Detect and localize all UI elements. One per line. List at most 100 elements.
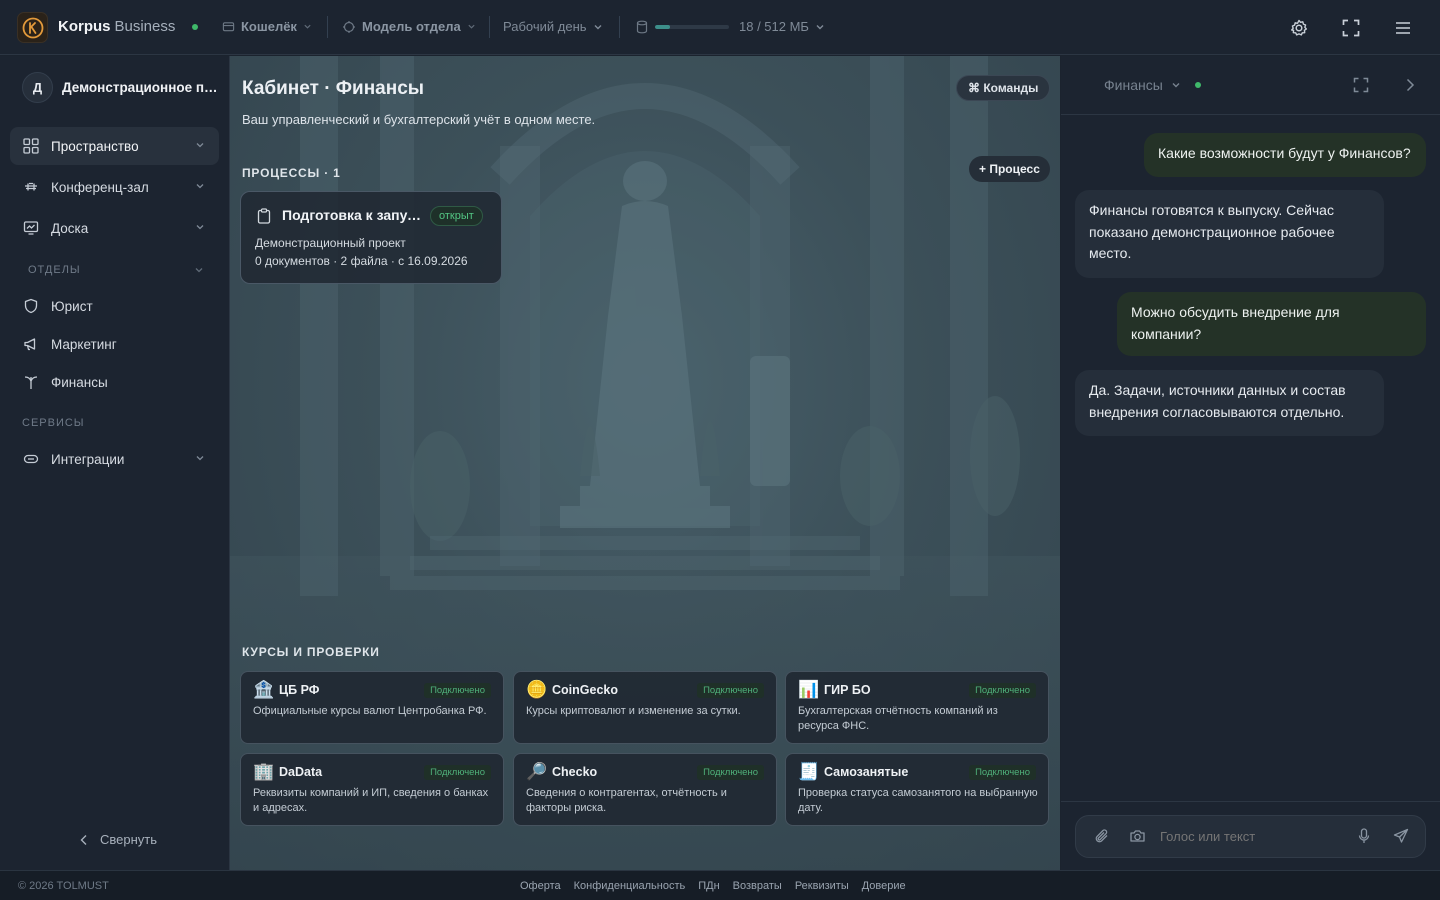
camera-icon[interactable] (1129, 828, 1146, 844)
process-card[interactable]: Подготовка к запуску открыт Демонстрацио… (240, 191, 502, 284)
sidebar-item-finance[interactable]: Финансы (10, 363, 219, 401)
chevron-down-icon (196, 184, 204, 189)
conference-icon (25, 182, 37, 191)
service-name: CoinGecko (552, 683, 618, 697)
fullscreen-icon[interactable] (1339, 16, 1363, 40)
settings-gear-icon[interactable] (1287, 16, 1311, 40)
sidebar-item-label: Доска (51, 220, 89, 236)
chevron-down-icon[interactable] (194, 265, 204, 275)
service-card-cbr[interactable]: 🏦 ЦБ РФ Подключено Официальные курсы вал… (240, 671, 504, 744)
service-name: ГИР БО (824, 683, 871, 697)
magnifier-icon: 🔎 (526, 762, 548, 781)
add-process-button[interactable]: + Процесс (969, 156, 1050, 182)
rates-header: КУРСЫ И ПРОВЕРКИ (242, 645, 380, 659)
department-selector[interactable]: Финансы (1104, 77, 1201, 93)
process-status-badge: открыт (430, 206, 483, 226)
sidebar-item-label: Маркетинг (51, 336, 117, 352)
chat-message-bot: Да. Задачи, источники данных и состав вн… (1075, 370, 1384, 436)
collapse-sidebar-button[interactable]: Свернуть (80, 832, 157, 847)
chevron-down-icon (594, 24, 602, 29)
footer-link-privacy[interactable]: Конфиденциальность (574, 880, 686, 892)
chevron-down-icon (1172, 83, 1180, 88)
sidebar-item-label: Финансы (51, 374, 108, 390)
finance-icon (24, 376, 38, 389)
sidebar-item-integrations[interactable]: Интеграции (10, 440, 219, 478)
chat-input-box (1075, 815, 1426, 858)
footer-link-trust[interactable]: Доверие (862, 880, 906, 892)
commands-button[interactable]: ⌘ Команды (956, 75, 1051, 101)
footer-link-refunds[interactable]: Возвраты (733, 880, 782, 892)
temple-background-image (230, 56, 1060, 870)
storage-indicator[interactable]: 18 / 512 МБ (636, 19, 825, 34)
service-description: Реквизиты компаний и ИП, сведения о банк… (253, 787, 489, 814)
shield-icon (24, 298, 38, 314)
chat-text-input[interactable] (1160, 829, 1340, 844)
online-status-dot (1194, 82, 1201, 88)
menu-icon[interactable] (1391, 16, 1415, 40)
chevron-down-icon (304, 24, 311, 29)
sidebar-item-space[interactable]: Пространство (10, 127, 219, 165)
service-name: ЦБ РФ (279, 683, 320, 697)
sidebar-item-board[interactable]: Доска (10, 209, 219, 247)
footer-link-requisites[interactable]: Реквизиты (795, 880, 849, 892)
service-description: Официальные курсы валют Центробанка РФ. (253, 705, 487, 717)
service-description: Бухгалтерская отчётность компаний из рес… (798, 705, 998, 732)
chat-panel: Финансы Какие возможности будут у Финанс… (1061, 56, 1440, 870)
bank-icon: 🏦 (253, 680, 275, 699)
processes-header: ПРОЦЕССЫ · 1 (242, 166, 341, 180)
chevron-down-icon (196, 143, 204, 148)
status-dot (192, 24, 198, 30)
service-card-dadata[interactable]: 🏢 DaData Подключено Реквизиты компаний и… (240, 753, 504, 826)
board-icon (23, 221, 39, 235)
service-card-girbo[interactable]: 📊 ГИР БО Подключено Бухгалтерская отчётн… (785, 671, 1049, 744)
expand-icon[interactable] (1353, 77, 1369, 93)
service-name: Самозанятые (824, 765, 909, 779)
service-description: Курсы криптовалют и изменение за сутки. (526, 705, 741, 717)
chevron-down-icon (816, 24, 824, 29)
link-icon (23, 454, 39, 464)
sidebar-item-marketing[interactable]: Маркетинг (10, 325, 219, 363)
storage-progress (655, 24, 729, 29)
chat-message-user: Можно обсудить внедрение для компании? (1117, 292, 1426, 356)
send-icon[interactable] (1393, 828, 1409, 844)
paperclip-icon[interactable] (1094, 828, 1110, 844)
sidebar-item-conference[interactable]: Конференц-зал (10, 168, 219, 206)
page-subtitle: Ваш управленческий и бухгалтерский учёт … (242, 112, 596, 127)
service-card-checko[interactable]: 🔎 Checko Подключено Сведения о контраген… (513, 753, 777, 826)
service-status-badge: Подключено (697, 683, 764, 698)
footer-link-personal-data[interactable]: ПДн (698, 880, 719, 892)
grid-icon (23, 138, 39, 154)
sidebar: Д Демонстрационное пространство Простран… (0, 56, 230, 870)
org-avatar: Д (22, 72, 53, 103)
database-icon (636, 20, 648, 33)
service-description: Проверка статуса самозанятого на выбранн… (798, 787, 1038, 814)
logo-icon[interactable] (17, 12, 48, 43)
model-dropdown[interactable]: Модель отдела (342, 19, 476, 34)
workday-dropdown[interactable]: Рабочий день (503, 19, 603, 34)
org-switcher[interactable]: Д Демонстрационное пространство (22, 72, 218, 103)
coin-icon: 🪙 (526, 680, 548, 699)
footer-link-offer[interactable]: Оферта (520, 880, 561, 892)
wallet-dropdown[interactable]: Кошелёк (222, 19, 312, 34)
services-section-label: СЕРВИСЫ (22, 417, 85, 429)
service-card-selfemployed[interactable]: 🧾 Самозанятые Подключено Проверка статус… (785, 753, 1049, 826)
sidebar-item-lawyer[interactable]: Юрист (10, 287, 219, 325)
process-title: Подготовка к запуску (282, 207, 424, 223)
service-description: Сведения о контрагентах, отчётность и фа… (526, 787, 727, 814)
chevron-down-icon (468, 24, 475, 29)
service-status-badge: Подключено (424, 765, 491, 780)
process-project: Демонстрационный проект (255, 236, 406, 250)
service-status-badge: Подключено (697, 765, 764, 780)
sidebar-item-label: Интеграции (51, 451, 125, 467)
service-card-coingecko[interactable]: 🪙 CoinGecko Подключено Курсы криптовалют… (513, 671, 777, 744)
brand-name: Korpus Business (58, 18, 176, 35)
footer-links: Оферта Конфиденциальность ПДн Возвраты Р… (520, 880, 906, 892)
copyright: © 2026 TOLMUST (18, 880, 109, 892)
clipboard-icon (257, 208, 271, 224)
org-name: Демонстрационное пространство (62, 80, 218, 95)
wallet-icon (222, 22, 235, 32)
top-bar: Korpus Business Кошелёк Модель отдела Раб… (0, 0, 1440, 55)
service-status-badge: Подключено (969, 683, 1036, 698)
chevron-right-icon[interactable] (1405, 77, 1415, 93)
microphone-icon[interactable] (1358, 828, 1370, 844)
